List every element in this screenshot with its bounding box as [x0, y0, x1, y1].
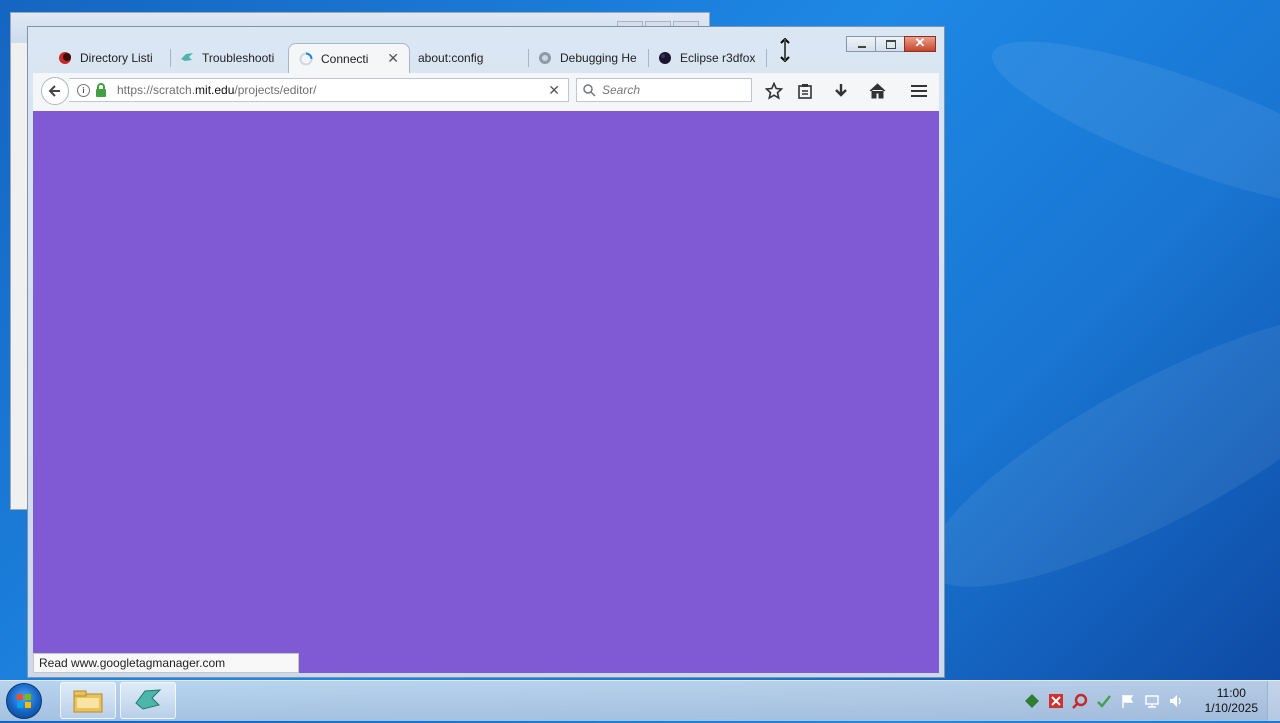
search-placeholder: Search: [602, 83, 641, 97]
error-x-icon[interactable]: [1048, 693, 1064, 709]
dark-orb-icon: [659, 52, 671, 64]
close-button[interactable]: ✕: [904, 35, 936, 52]
menu-button[interactable]: [909, 81, 929, 101]
search-input[interactable]: Search: [576, 78, 752, 102]
close-icon: ✕: [914, 35, 926, 50]
browser-window: ✕ Directory Listi Troubleshooti Connecti…: [27, 26, 945, 678]
tab-troubleshooting[interactable]: Troubleshooti: [180, 43, 286, 73]
tab-separator: [766, 49, 767, 67]
bookmark-star-button[interactable]: [764, 81, 784, 101]
clock-date: 1/10/2025: [1204, 701, 1258, 715]
reading-list-button[interactable]: [795, 81, 815, 101]
downloads-button[interactable]: [831, 81, 851, 101]
search-icon: [583, 83, 596, 97]
tab-debugging-help[interactable]: Debugging He: [538, 43, 642, 73]
puzzle-icon: [539, 52, 551, 64]
tab-label: Eclipse r3dfox: [680, 51, 756, 65]
tab-connecting[interactable]: Connecti ✕: [288, 43, 410, 73]
url-bar[interactable]: i https://scratch.mit.edu/projects/edito…: [69, 78, 569, 102]
r3dfox-bird-icon: [135, 688, 162, 710]
minimize-button[interactable]: [846, 36, 876, 52]
maximize-button[interactable]: [875, 36, 905, 52]
tab-about-config[interactable]: about:config: [418, 43, 528, 73]
loading-spinner-icon: [299, 52, 313, 65]
tab-label: Troubleshooti: [202, 51, 275, 65]
search-red-icon[interactable]: [1072, 693, 1088, 709]
show-desktop-button[interactable]: [1267, 681, 1280, 721]
clock-time: 11:00: [1216, 686, 1246, 700]
start-button[interactable]: [6, 683, 42, 719]
tab-separator: [528, 49, 529, 67]
desktop-wallpaper-streak: [897, 266, 1280, 634]
arrow-left-icon: [48, 85, 60, 97]
stop-loading-icon[interactable]: ✕: [548, 82, 560, 99]
file-explorer-icon: [73, 690, 103, 712]
taskbar-r3dfox[interactable]: [120, 682, 176, 719]
hamburger-menu-icon: [911, 85, 927, 97]
tab-label: Directory Listi: [80, 51, 153, 65]
star-icon: [765, 82, 783, 100]
home-icon: [869, 83, 885, 99]
action-center-flag-icon[interactable]: [1120, 693, 1136, 709]
tab-separator: [648, 49, 649, 67]
taskbar-clock[interactable]: 11:00 1/10/2025: [1205, 686, 1258, 716]
bird-icon: [181, 53, 193, 61]
eclipse-red-icon: [59, 52, 71, 64]
resize-cursor-icon: [780, 38, 790, 62]
tab-label: about:config: [418, 51, 484, 65]
url-path: /projects/editor/: [234, 83, 317, 97]
taskbar: 11:00 1/10/2025: [0, 680, 1280, 721]
tab-eclipse-r3dfox[interactable]: Eclipse r3dfox: [658, 43, 758, 73]
url-text[interactable]: https://scratch.mit.edu/projects/editor/: [117, 83, 316, 97]
status-panel: Read www.googletagmanager.com: [33, 653, 299, 673]
volume-icon[interactable]: [1168, 693, 1184, 709]
home-button[interactable]: [867, 81, 887, 101]
lock-icon[interactable]: [95, 83, 107, 97]
clipboard-icon: [798, 84, 812, 99]
tab-separator: [170, 49, 171, 67]
url-prefix: https://scratch.: [117, 83, 196, 97]
taskbar-file-explorer[interactable]: [60, 682, 116, 719]
system-tray: [1024, 693, 1184, 709]
window-caption-buttons: ✕: [846, 35, 936, 52]
tab-label: Debugging He: [560, 51, 637, 65]
desktop-wallpaper-streak: [977, 10, 1280, 240]
page-content-area[interactable]: [33, 111, 939, 673]
tab-bar: Directory Listi Troubleshooti Connecti ✕…: [30, 43, 794, 73]
info-icon[interactable]: i: [77, 84, 90, 97]
back-button[interactable]: [41, 77, 69, 105]
windows-logo-icon: [17, 694, 31, 708]
download-arrow-icon: [835, 84, 847, 97]
tab-label: Connecti: [321, 51, 369, 66]
url-domain: mit.edu: [195, 83, 235, 97]
recycle-check-icon[interactable]: [1096, 693, 1112, 709]
tab-close-icon[interactable]: ✕: [387, 50, 399, 67]
network-shield-icon[interactable]: [1024, 693, 1040, 709]
tab-directory-listing[interactable]: Directory Listi: [58, 43, 164, 73]
navigation-toolbar: i https://scratch.mit.edu/projects/edito…: [33, 73, 939, 112]
network-icon[interactable]: [1144, 693, 1160, 709]
